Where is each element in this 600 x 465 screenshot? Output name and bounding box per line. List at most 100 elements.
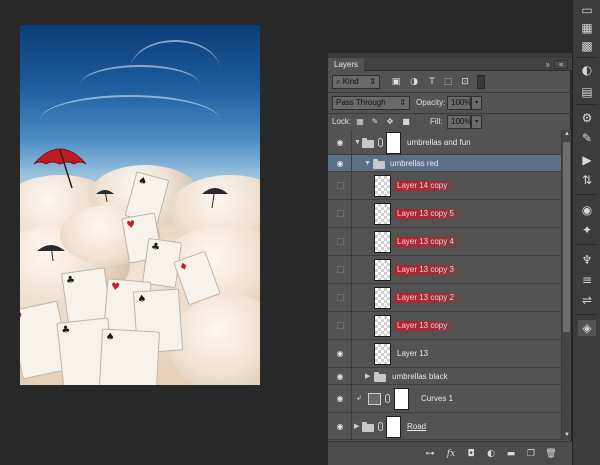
layer-row[interactable]: Layer 14 copy bbox=[328, 172, 561, 200]
panel-menu-button[interactable]: ≡ bbox=[554, 60, 568, 69]
visibility-toggle[interactable] bbox=[337, 210, 344, 217]
opacity-input[interactable]: 100% bbox=[447, 96, 471, 110]
layers-bottom-bar: ⊶ fx ◘ ◐ ▬ ❐ 🗑 bbox=[328, 441, 572, 465]
play-icon[interactable]: ▶ bbox=[578, 152, 596, 168]
layer-name: Road bbox=[407, 422, 427, 431]
eye-icon[interactable]: ◉ bbox=[334, 159, 346, 169]
lock-position-icon[interactable]: ✥ bbox=[385, 117, 395, 127]
group-mask-thumbnail[interactable] bbox=[386, 416, 401, 438]
scroll-up-arrow-icon[interactable]: ▲ bbox=[562, 130, 572, 139]
visibility-toggle[interactable] bbox=[337, 182, 344, 189]
layer-row[interactable]: Layer 13 copy 5 bbox=[328, 200, 561, 228]
expand-caret-icon[interactable]: ▼ bbox=[354, 138, 361, 148]
properties-icon[interactable]: ♆ bbox=[578, 252, 596, 268]
add-mask-icon[interactable]: ◘ bbox=[465, 448, 477, 460]
layer-name: umbrellas red bbox=[390, 159, 439, 168]
fill-slider-button[interactable]: ▾ bbox=[471, 115, 482, 129]
eye-icon[interactable]: ◉ bbox=[334, 394, 346, 404]
layer-thumbnail[interactable] bbox=[374, 343, 391, 365]
eye-icon[interactable]: ◉ bbox=[334, 372, 346, 382]
expand-caret-icon[interactable]: ▶ bbox=[354, 422, 359, 432]
chevron-updown-icon: ⇕ bbox=[399, 98, 406, 107]
clone-source-icon[interactable]: ⇅ bbox=[578, 172, 596, 188]
layer-row[interactable]: Layer 13 copy 2 bbox=[328, 284, 561, 312]
photoshop-window: ♠ ♥ ♣ ♦ ♣ ♥ ♠ ♥ ♣ ♠ ▭ ▦ ▩ ◐ ▤ ⚙ ✎ ▶ ⇅ ◉ … bbox=[0, 0, 600, 465]
type-filter-icon[interactable]: T bbox=[426, 76, 438, 88]
layer-thumbnail[interactable] bbox=[374, 203, 391, 225]
visibility-toggle[interactable] bbox=[337, 266, 344, 273]
panel-tab-bar: Layers » ≡ bbox=[328, 58, 572, 71]
visibility-toggle[interactable] bbox=[337, 322, 344, 329]
visibility-toggle[interactable] bbox=[337, 294, 344, 301]
layer-row-curves-1[interactable]: ◉ ↲ Curves 1 bbox=[328, 385, 561, 413]
filter-toggle[interactable] bbox=[477, 75, 485, 89]
scroll-thumb[interactable] bbox=[563, 142, 570, 332]
fill-input[interactable]: 100% bbox=[447, 115, 471, 129]
paths-icon[interactable]: ✦ bbox=[578, 222, 596, 238]
lock-image-icon[interactable]: ✎ bbox=[370, 117, 380, 127]
link-icon bbox=[378, 422, 383, 431]
blend-mode-value: Pass Through bbox=[336, 98, 386, 107]
swatches-icon[interactable]: ▦ bbox=[578, 20, 596, 36]
new-layer-icon[interactable]: ❐ bbox=[525, 448, 537, 460]
curves-adjustment-icon[interactable] bbox=[368, 393, 381, 405]
history-icon[interactable]: ▭ bbox=[578, 2, 596, 18]
layers-panel-icon[interactable]: ◈ bbox=[578, 320, 596, 336]
layer-row-umbrellas-red[interactable]: ◉ ▼ umbrellas red bbox=[328, 155, 561, 172]
expand-caret-icon[interactable]: ▼ bbox=[364, 159, 371, 169]
brushes-icon[interactable]: ✎ bbox=[578, 130, 596, 146]
layer-row-layer-13[interactable]: ◉ Layer 13 bbox=[328, 340, 561, 368]
layer-list-scrollbar[interactable]: ▲ ▼ bbox=[561, 130, 571, 440]
link-layers-icon[interactable]: ⊶ bbox=[424, 448, 436, 460]
eye-icon[interactable]: ◉ bbox=[334, 422, 346, 432]
tab-layers[interactable]: Layers bbox=[328, 58, 365, 71]
fx-icon[interactable]: fx bbox=[445, 448, 457, 460]
expand-caret-icon[interactable]: ▶ bbox=[365, 372, 370, 382]
eye-icon[interactable]: ◉ bbox=[334, 349, 346, 359]
scroll-down-arrow-icon[interactable]: ▼ bbox=[562, 431, 572, 440]
opacity-slider-button[interactable]: ▾ bbox=[471, 96, 482, 110]
document-canvas[interactable]: ♠ ♥ ♣ ♦ ♣ ♥ ♠ ♥ ♣ ♠ bbox=[20, 25, 260, 385]
adjustment-filter-icon[interactable]: ◑ bbox=[408, 76, 420, 88]
smart-object-filter-icon[interactable]: ⊡ bbox=[459, 76, 471, 88]
layer-row-umbrellas-black[interactable]: ◉ ▶ umbrellas black bbox=[328, 368, 561, 385]
grid-icon[interactable]: ▩ bbox=[578, 38, 596, 54]
layer-row[interactable]: Layer 13 copy 3 bbox=[328, 256, 561, 284]
layer-thumbnail[interactable] bbox=[374, 231, 391, 253]
blend-mode-dropdown[interactable]: Pass Through ⇕ bbox=[332, 96, 410, 110]
layer-row-road[interactable]: ◉ ▶ Road bbox=[328, 413, 561, 440]
lock-all-icon[interactable]: ■ bbox=[401, 117, 411, 127]
masks-icon[interactable]: ▤ bbox=[578, 84, 596, 100]
layer-row-umbrellas-and-fun[interactable]: ◉ ▼ umbrellas and fun bbox=[328, 130, 561, 155]
new-group-icon[interactable]: ▬ bbox=[505, 448, 517, 460]
pixel-filter-icon[interactable]: ▣ bbox=[390, 76, 402, 88]
adjustments-icon[interactable]: ◐ bbox=[578, 62, 596, 78]
layer-thumbnail[interactable] bbox=[374, 259, 391, 281]
channels-icon[interactable]: ◉ bbox=[578, 202, 596, 218]
adjustment-layer-icon[interactable]: ◐ bbox=[485, 448, 497, 460]
visibility-toggle[interactable] bbox=[337, 238, 344, 245]
adjustment-mask-thumbnail[interactable] bbox=[394, 388, 409, 410]
group-mask-thumbnail[interactable] bbox=[386, 132, 401, 154]
shape-filter-icon[interactable]: ⬚ bbox=[442, 76, 454, 88]
kind-filter-label: Kind bbox=[342, 77, 359, 86]
layer-row[interactable]: Layer 13 copy bbox=[328, 312, 561, 340]
layers-panel: Layers » ≡ ⌕ Kind ⇕ ▣ ◑ T ⬚ ⊡ Pass Throu… bbox=[327, 52, 572, 465]
actions-icon[interactable]: ⚙ bbox=[578, 110, 596, 126]
black-umbrella bbox=[37, 244, 65, 262]
paragraph-icon[interactable]: ⇌ bbox=[578, 292, 596, 308]
layer-row[interactable]: Layer 13 copy 4 bbox=[328, 228, 561, 256]
delete-layer-icon[interactable]: 🗑 bbox=[545, 448, 557, 460]
black-umbrella bbox=[202, 187, 228, 209]
kind-filter-dropdown[interactable]: ⌕ Kind ⇕ bbox=[332, 75, 380, 89]
eye-icon[interactable]: ◉ bbox=[334, 138, 346, 148]
lock-transparent-icon[interactable]: ▦ bbox=[355, 117, 365, 127]
layer-name: umbrellas black bbox=[392, 372, 448, 381]
layer-thumbnail[interactable] bbox=[374, 175, 391, 197]
layer-thumbnail[interactable] bbox=[374, 287, 391, 309]
character-icon[interactable]: ≡ bbox=[578, 272, 596, 288]
layer-thumbnail[interactable] bbox=[374, 315, 391, 337]
cloud bbox=[170, 295, 260, 385]
layer-name: Curves 1 bbox=[421, 394, 454, 403]
collapse-panel-button[interactable]: » bbox=[546, 58, 550, 71]
